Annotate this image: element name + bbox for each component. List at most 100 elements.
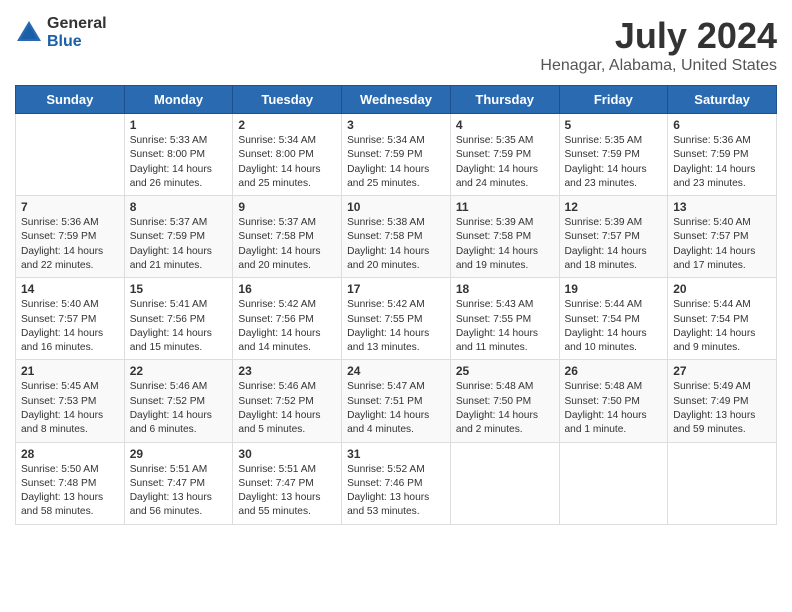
title-section: July 2024 Henagar, Alabama, United State…: [540, 15, 777, 75]
logo-general: General: [47, 15, 107, 33]
cell-content: Sunrise: 5:48 AMSunset: 7:50 PMDaylight:…: [565, 380, 663, 437]
calendar-cell: 4 Sunrise: 5:35 AMSunset: 7:59 PMDaylight…: [450, 114, 559, 196]
cell-content: Sunrise: 5:37 AMSunset: 7:59 PMDaylight:…: [130, 216, 228, 273]
calendar-cell: 18Sunrise: 5:43 AMSunset: 7:55 PMDayligh…: [450, 278, 559, 360]
day-number: 4: [456, 118, 554, 132]
column-header-friday: Friday: [559, 86, 668, 114]
column-header-monday: Monday: [124, 86, 233, 114]
column-header-sunday: Sunday: [16, 86, 125, 114]
cell-content: Sunrise: 5:51 AMSunset: 7:47 PMDaylight:…: [238, 463, 336, 520]
calendar-cell: [559, 442, 668, 524]
day-number: 12: [565, 200, 663, 214]
day-number: 27: [673, 364, 771, 378]
cell-content: Sunrise: 5:42 AMSunset: 7:55 PMDaylight:…: [347, 298, 445, 355]
week-row-5: 28 Sunrise: 5:50 AMSunset: 7:48 PMDayligh…: [16, 442, 777, 524]
cell-content: Sunrise: 5:47 AMSunset: 7:51 PMDaylight:…: [347, 380, 445, 437]
calendar-cell: 27Sunrise: 5:49 AMSunset: 7:49 PMDayligh…: [668, 360, 777, 442]
cell-content: Sunrise: 5:39 AMSunset: 7:57 PMDaylight:…: [565, 216, 663, 273]
day-number: 11: [456, 200, 554, 214]
column-header-thursday: Thursday: [450, 86, 559, 114]
column-header-wednesday: Wednesday: [342, 86, 451, 114]
cell-content: Sunrise: 5:40 AMSunset: 7:57 PMDaylight:…: [21, 298, 119, 355]
calendar-cell: 14 Sunrise: 5:40 AMSunset: 7:57 PMDayligh…: [16, 278, 125, 360]
calendar-cell: 19Sunrise: 5:44 AMSunset: 7:54 PMDayligh…: [559, 278, 668, 360]
cell-content: Sunrise: 5:39 AMSunset: 7:58 PMDaylight:…: [456, 216, 554, 273]
logo-text: General Blue: [47, 15, 107, 50]
day-number: 13: [673, 200, 771, 214]
week-row-3: 14 Sunrise: 5:40 AMSunset: 7:57 PMDayligh…: [16, 278, 777, 360]
day-number: 1: [130, 118, 228, 132]
calendar-cell: 29 Sunrise: 5:51 AMSunset: 7:47 PMDayligh…: [124, 442, 233, 524]
calendar-cell: [16, 114, 125, 196]
day-number: 31: [347, 447, 445, 461]
calendar-cell: 10Sunrise: 5:38 AMSunset: 7:58 PMDayligh…: [342, 196, 451, 278]
day-number: 18: [456, 282, 554, 296]
calendar-body: 1 Sunrise: 5:33 AMSunset: 8:00 PMDaylight…: [16, 114, 777, 525]
calendar-cell: 6Sunrise: 5:36 AMSunset: 7:59 PMDaylight…: [668, 114, 777, 196]
column-header-tuesday: Tuesday: [233, 86, 342, 114]
day-number: 3: [347, 118, 445, 132]
calendar-cell: 15Sunrise: 5:41 AMSunset: 7:56 PMDayligh…: [124, 278, 233, 360]
calendar-cell: 1 Sunrise: 5:33 AMSunset: 8:00 PMDaylight…: [124, 114, 233, 196]
day-number: 9: [238, 200, 336, 214]
cell-content: Sunrise: 5:33 AMSunset: 8:00 PMDaylight:…: [130, 134, 228, 191]
cell-content: Sunrise: 5:45 AMSunset: 7:53 PMDaylight:…: [21, 380, 119, 437]
day-number: 17: [347, 282, 445, 296]
calendar-cell: 13 Sunrise: 5:40 AMSunset: 7:57 PMDayligh…: [668, 196, 777, 278]
calendar-table: SundayMondayTuesdayWednesdayThursdayFrid…: [15, 85, 777, 525]
day-number: 30: [238, 447, 336, 461]
calendar-cell: 30 Sunrise: 5:51 AMSunset: 7:47 PMDayligh…: [233, 442, 342, 524]
day-number: 20: [673, 282, 771, 296]
calendar-cell: 22 Sunrise: 5:46 AMSunset: 7:52 PMDayligh…: [124, 360, 233, 442]
calendar-cell: 9Sunrise: 5:37 AMSunset: 7:58 PMDaylight…: [233, 196, 342, 278]
day-number: 28: [21, 447, 119, 461]
cell-content: Sunrise: 5:38 AMSunset: 7:58 PMDaylight:…: [347, 216, 445, 273]
calendar-header: SundayMondayTuesdayWednesdayThursdayFrid…: [16, 86, 777, 114]
calendar-cell: 25Sunrise: 5:48 AMSunset: 7:50 PMDayligh…: [450, 360, 559, 442]
cell-content: Sunrise: 5:51 AMSunset: 7:47 PMDaylight:…: [130, 463, 228, 520]
cell-content: Sunrise: 5:34 AMSunset: 8:00 PMDaylight:…: [238, 134, 336, 191]
day-number: 26: [565, 364, 663, 378]
calendar-cell: 2 Sunrise: 5:34 AMSunset: 8:00 PMDaylight…: [233, 114, 342, 196]
cell-content: Sunrise: 5:40 AMSunset: 7:57 PMDaylight:…: [673, 216, 771, 273]
calendar-cell: [668, 442, 777, 524]
calendar-cell: [450, 442, 559, 524]
day-number: 14: [21, 282, 119, 296]
cell-content: Sunrise: 5:52 AMSunset: 7:46 PMDaylight:…: [347, 463, 445, 520]
cell-content: Sunrise: 5:35 AMSunset: 7:59 PMDaylight:…: [456, 134, 554, 191]
calendar-cell: 3 Sunrise: 5:34 AMSunset: 7:59 PMDaylight…: [342, 114, 451, 196]
cell-content: Sunrise: 5:46 AMSunset: 7:52 PMDaylight:…: [130, 380, 228, 437]
calendar-cell: 31 Sunrise: 5:52 AMSunset: 7:46 PMDayligh…: [342, 442, 451, 524]
logo: General Blue: [15, 15, 107, 50]
cell-content: Sunrise: 5:50 AMSunset: 7:48 PMDaylight:…: [21, 463, 119, 520]
column-header-saturday: Saturday: [668, 86, 777, 114]
cell-content: Sunrise: 5:35 AMSunset: 7:59 PMDaylight:…: [565, 134, 663, 191]
cell-content: Sunrise: 5:44 AMSunset: 7:54 PMDaylight:…: [565, 298, 663, 355]
cell-content: Sunrise: 5:42 AMSunset: 7:56 PMDaylight:…: [238, 298, 336, 355]
day-number: 5: [565, 118, 663, 132]
calendar-cell: 23Sunrise: 5:46 AMSunset: 7:52 PMDayligh…: [233, 360, 342, 442]
cell-content: Sunrise: 5:36 AMSunset: 7:59 PMDaylight:…: [21, 216, 119, 273]
cell-content: Sunrise: 5:36 AMSunset: 7:59 PMDaylight:…: [673, 134, 771, 191]
week-row-2: 7 Sunrise: 5:36 AMSunset: 7:59 PMDaylight…: [16, 196, 777, 278]
day-number: 7: [21, 200, 119, 214]
calendar-cell: 5 Sunrise: 5:35 AMSunset: 7:59 PMDaylight…: [559, 114, 668, 196]
logo-icon: [15, 19, 43, 47]
cell-content: Sunrise: 5:44 AMSunset: 7:54 PMDaylight:…: [673, 298, 771, 355]
week-row-4: 21 Sunrise: 5:45 AMSunset: 7:53 PMDayligh…: [16, 360, 777, 442]
logo-blue: Blue: [47, 33, 107, 51]
day-number: 22: [130, 364, 228, 378]
calendar-cell: 26 Sunrise: 5:48 AMSunset: 7:50 PMDayligh…: [559, 360, 668, 442]
day-number: 2: [238, 118, 336, 132]
calendar-cell: 16 Sunrise: 5:42 AMSunset: 7:56 PMDayligh…: [233, 278, 342, 360]
calendar-cell: 8Sunrise: 5:37 AMSunset: 7:59 PMDaylight…: [124, 196, 233, 278]
calendar-cell: 20 Sunrise: 5:44 AMSunset: 7:54 PMDayligh…: [668, 278, 777, 360]
calendar-cell: 28 Sunrise: 5:50 AMSunset: 7:48 PMDayligh…: [16, 442, 125, 524]
day-number: 21: [21, 364, 119, 378]
cell-content: Sunrise: 5:34 AMSunset: 7:59 PMDaylight:…: [347, 134, 445, 191]
header-row: SundayMondayTuesdayWednesdayThursdayFrid…: [16, 86, 777, 114]
day-number: 23: [238, 364, 336, 378]
day-number: 15: [130, 282, 228, 296]
day-number: 16: [238, 282, 336, 296]
day-number: 29: [130, 447, 228, 461]
